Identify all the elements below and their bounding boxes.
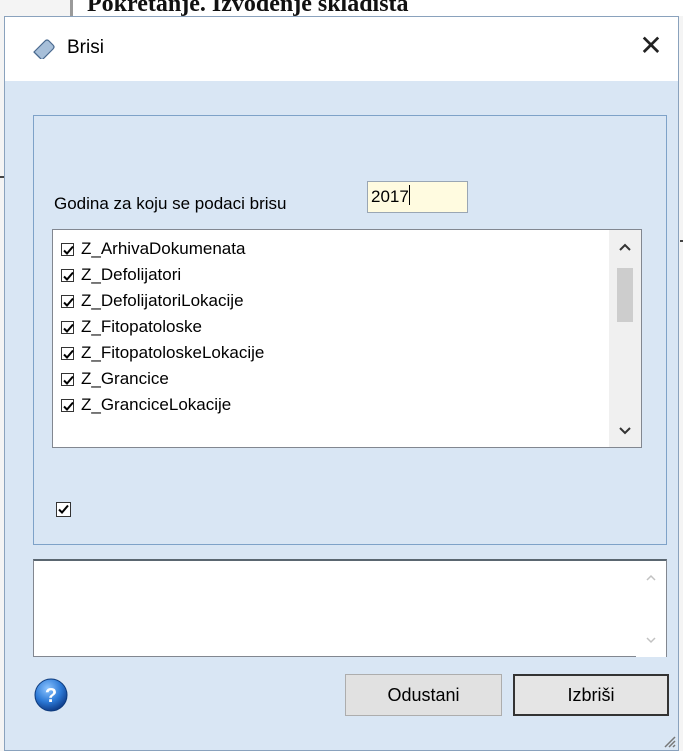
checklist-item[interactable]: Z_Fitopatoloske xyxy=(61,314,202,340)
resize-grip-icon[interactable] xyxy=(660,732,676,748)
checklist-item[interactable]: Z_ArhivaDokumenata xyxy=(61,236,245,262)
cancel-button-label: Odustani xyxy=(387,684,460,705)
close-button[interactable]: ✕ xyxy=(634,31,668,63)
checkmark-icon xyxy=(58,504,69,514)
item-checkbox[interactable] xyxy=(61,346,74,360)
item-label: Z_Grancice xyxy=(81,369,169,388)
chevron-up-icon xyxy=(646,574,656,581)
delete-dialog: Brisi ✕ Godina za koju se podaci brisu 2… xyxy=(4,16,679,751)
item-label: Z_Fitopatoloske xyxy=(81,317,202,336)
checkmark-icon xyxy=(63,375,74,385)
item-checkbox[interactable] xyxy=(61,398,74,412)
item-checkbox[interactable] xyxy=(61,372,74,386)
checklist-item[interactable]: Z_GranciceLokacije xyxy=(61,392,231,418)
year-label: Godina za koju se podaci brisu xyxy=(54,194,287,213)
help-icon[interactable]: ? xyxy=(33,677,69,713)
memo-scroll-down[interactable] xyxy=(636,633,666,651)
item-checkbox[interactable] xyxy=(61,268,74,282)
cancel-button[interactable]: Odustani xyxy=(345,674,502,716)
checklist-item[interactable]: Z_FitopatoloskeLokacije xyxy=(61,340,264,366)
chevron-up-icon xyxy=(619,243,631,251)
log-memo[interactable] xyxy=(33,559,667,657)
background-title-fragment: Pokretanje. Izvodenje skladista xyxy=(70,0,683,16)
checkmark-icon xyxy=(63,245,74,255)
checklist-item[interactable]: Z_Grancice xyxy=(61,366,169,392)
table-checklist[interactable]: Z_ArhivaDokumenata Z_Defolijatori Z_Defoli… xyxy=(52,229,642,448)
options-group: Godina za koju se podaci brisu 2017 Z_Ar… xyxy=(33,115,667,545)
scroll-thumb[interactable] xyxy=(617,268,633,322)
scroll-down-button[interactable] xyxy=(609,418,641,444)
item-label: Z_FitopatoloskeLokacije xyxy=(81,343,265,362)
memo-scrollbar[interactable] xyxy=(636,561,666,657)
select-all-checkbox[interactable] xyxy=(56,502,71,517)
scroll-up-button[interactable] xyxy=(609,234,641,260)
checkmark-icon xyxy=(63,271,74,281)
dialog-client-area: Godina za koju se podaci brisu 2017 Z_Ar… xyxy=(5,81,678,750)
eraser-icon xyxy=(33,39,55,59)
item-label: Z_ArhivaDokumenata xyxy=(81,239,246,258)
text-caret xyxy=(408,185,410,205)
memo-scroll-up[interactable] xyxy=(636,571,666,589)
checkmark-icon xyxy=(63,349,74,359)
checklist-item[interactable]: Z_DefolijatoriLokacije xyxy=(61,288,244,314)
dialog-titlebar[interactable]: Brisi ✕ xyxy=(5,17,678,81)
dialog-title: Brisi xyxy=(67,37,104,58)
year-input[interactable]: 2017 xyxy=(367,181,468,213)
close-icon: ✕ xyxy=(639,30,663,61)
item-label: Z_Defolijatori xyxy=(81,265,182,284)
year-value: 2017 xyxy=(371,187,409,206)
item-label: Z_GranciceLokacije xyxy=(81,395,232,414)
item-label: Z_DefolijatoriLokacije xyxy=(81,291,244,310)
chevron-down-icon xyxy=(646,637,656,644)
checkmark-icon xyxy=(63,401,74,411)
checkmark-icon xyxy=(63,323,74,333)
delete-button-label: Izbriši xyxy=(567,684,615,705)
background-fragment-text: Pokretanje. Izvodenje skladista xyxy=(87,0,409,16)
checklist-scrollbar[interactable] xyxy=(609,230,641,447)
item-checkbox[interactable] xyxy=(61,320,74,334)
checkmark-icon xyxy=(63,297,74,307)
chevron-down-icon xyxy=(619,427,631,435)
item-checkbox[interactable] xyxy=(61,242,74,256)
svg-text:?: ? xyxy=(45,685,57,707)
delete-button[interactable]: Izbriši xyxy=(513,674,669,716)
item-checkbox[interactable] xyxy=(61,294,74,308)
checklist-item[interactable]: Z_Defolijatori xyxy=(61,262,181,288)
